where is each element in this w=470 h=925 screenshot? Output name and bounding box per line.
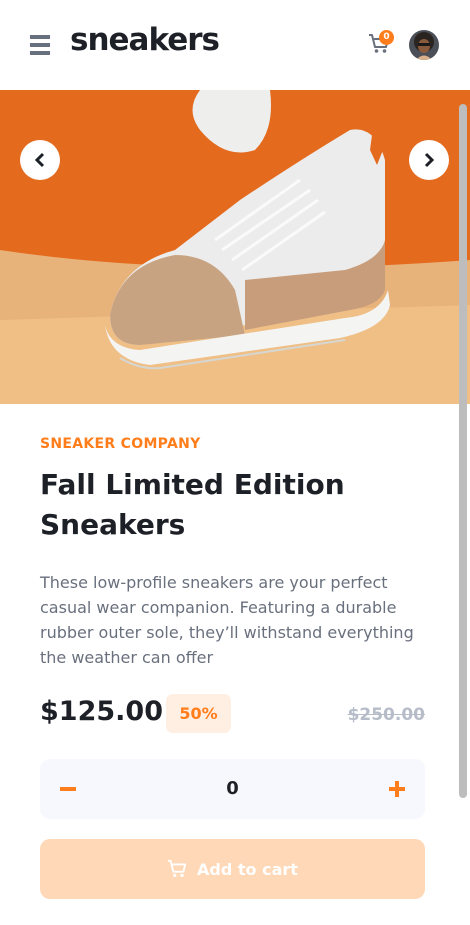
page-scrollbar[interactable] <box>459 104 467 798</box>
carousel-prev-button[interactable] <box>20 140 60 180</box>
current-price: $125.00 <box>40 696 163 727</box>
user-avatar[interactable] <box>409 30 439 60</box>
logo[interactable]: sneakers <box>70 22 220 58</box>
company-name: SNEAKER COMPANY <box>40 436 201 452</box>
discount-badge: 50% <box>166 694 231 733</box>
quantity-stepper: 0 <box>40 759 425 819</box>
product-image-carousel <box>0 90 470 404</box>
carousel-next-button[interactable] <box>409 140 449 180</box>
chevron-left-icon <box>34 152 45 168</box>
original-price: $250.00 <box>347 705 425 725</box>
minus-icon <box>60 787 76 791</box>
chevron-right-icon <box>424 152 435 168</box>
header: sneakers 0 <box>0 0 470 90</box>
product-title: Fall Limited Edition Sneakers <box>40 468 345 541</box>
product-description: These low-profile sneakers are your perf… <box>40 573 414 667</box>
decrease-quantity-button[interactable] <box>58 779 78 799</box>
add-to-cart-label: Add to cart <box>197 859 298 879</box>
increase-quantity-button[interactable] <box>387 779 407 799</box>
quantity-value: 0 <box>226 778 239 799</box>
add-to-cart-button[interactable]: Add to cart <box>40 839 425 899</box>
hamburger-menu-icon[interactable] <box>30 35 50 55</box>
product-image <box>0 90 470 404</box>
plus-icon <box>389 781 405 797</box>
cart-count-badge: 0 <box>379 30 394 45</box>
cart-icon <box>167 859 187 877</box>
